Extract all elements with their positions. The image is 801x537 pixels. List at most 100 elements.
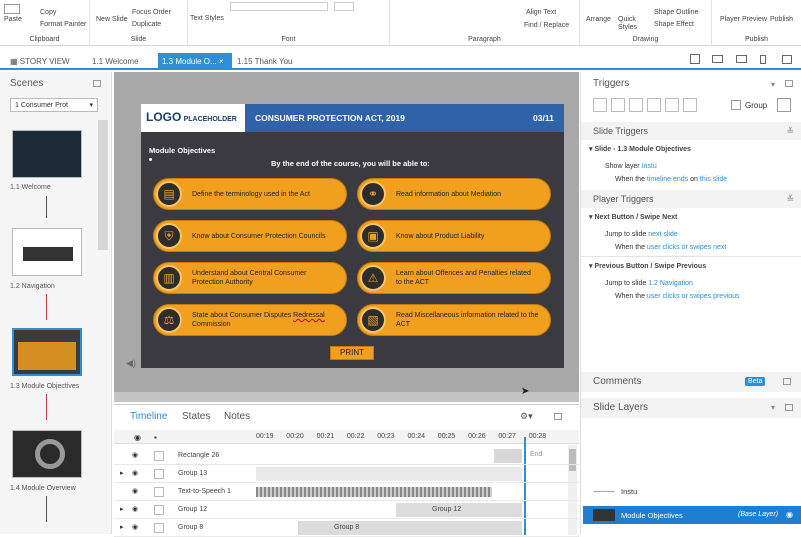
tab-thank-you[interactable]: 1.15 Thank You	[233, 53, 296, 70]
fullscreen-icon[interactable]	[782, 55, 792, 64]
objective-2[interactable]: ⚭ Read information about Mediation	[357, 178, 551, 210]
comments-header[interactable]: Comments	[581, 372, 801, 392]
layer-instu[interactable]: Instu	[621, 487, 637, 496]
print-button[interactable]: PRINT	[330, 346, 374, 360]
paste-icon[interactable]	[4, 4, 20, 14]
preview-button[interactable]: Preview	[742, 16, 767, 23]
objective-7[interactable]: ⚖ State about Consumer Disputes Redressal…	[153, 304, 347, 336]
eye-icon[interactable]: ◉	[132, 469, 138, 477]
next-button-trigger[interactable]: ▾ Next Button / Swipe Next	[589, 213, 677, 221]
slide-triggers-header[interactable]: Slide Triggers ≚	[581, 122, 801, 140]
chevron-down-icon[interactable]: ▾	[771, 403, 775, 412]
undock-icon[interactable]	[785, 404, 793, 411]
layout-icon[interactable]	[690, 54, 700, 64]
trigger-action-show-layer[interactable]: Show layer Instu	[605, 163, 657, 170]
objective-3[interactable]: ⛨ Know about Consumer Protection Councils	[153, 220, 347, 252]
chevron-down-icon[interactable]: ▾	[771, 80, 775, 89]
player-button[interactable]: Player	[720, 16, 740, 23]
thumb-module-objectives[interactable]	[12, 328, 82, 376]
eye-icon[interactable]: ◉	[132, 505, 138, 513]
publish-button[interactable]: Publish	[770, 16, 793, 23]
tablet-view-icon[interactable]	[736, 55, 747, 63]
eye-icon[interactable]: ◉	[132, 487, 138, 495]
collapse-icon[interactable]: ≚	[786, 122, 794, 140]
eye-icon[interactable]: ◉	[132, 451, 138, 459]
lock-checkbox[interactable]	[154, 505, 164, 515]
shape-outline-button[interactable]: Shape Outline	[654, 9, 698, 16]
thumb-module-overview[interactable]	[12, 430, 82, 478]
trigger-panel-icon[interactable]	[777, 98, 791, 112]
lock-icon[interactable]: ▪	[154, 433, 157, 442]
objective-5[interactable]: ▥ Understand about Central Consumer Prote…	[153, 262, 347, 294]
trigger-condition[interactable]: When the timeline ends on this slide	[615, 176, 727, 183]
undock-icon[interactable]	[785, 80, 793, 87]
close-icon[interactable]: ×	[219, 57, 224, 66]
expand-icon[interactable]: ▸	[120, 469, 124, 477]
undock-icon[interactable]	[93, 80, 101, 87]
shape-effect-button[interactable]: Shape Effect	[654, 21, 694, 28]
paste-trigger-icon[interactable]	[647, 98, 661, 112]
find-replace-button[interactable]: Find / Replace	[524, 22, 569, 29]
timeline-row[interactable]: ◉ Text-to-Speech 1	[114, 483, 579, 501]
lock-checkbox[interactable]	[154, 451, 164, 461]
timeline-bar[interactable]	[256, 467, 522, 481]
trigger-condition[interactable]: When the user clicks or swipes previous	[615, 293, 740, 300]
tab-welcome[interactable]: 1.1 Welcome	[88, 53, 143, 70]
tab-states[interactable]: States	[182, 411, 210, 422]
align-text-button[interactable]: Align Text	[526, 9, 556, 16]
arrange-button[interactable]: Arrange	[586, 16, 611, 23]
expand-icon[interactable]: ▸	[120, 505, 124, 513]
scene-select[interactable]: 1 Consumer Prot ▾	[10, 98, 98, 112]
font-size-select[interactable]	[334, 2, 354, 11]
group-checkbox[interactable]	[731, 100, 741, 110]
expand-icon[interactable]: ▸	[120, 523, 124, 531]
thumb-welcome[interactable]	[12, 130, 82, 178]
timeline-row[interactable]: ▸ ◉ Group 12 Group 12	[114, 501, 579, 519]
new-trigger-icon[interactable]	[593, 98, 607, 112]
undock-icon[interactable]	[783, 378, 791, 385]
eye-icon[interactable]: ◉	[132, 523, 138, 531]
canvas-h-scrollbar[interactable]	[114, 392, 579, 402]
text-styles-button[interactable]: Text Styles	[190, 15, 224, 22]
phone-view-icon[interactable]	[760, 55, 766, 64]
trigger-action-jump[interactable]: Jump to slide next slide	[605, 231, 678, 238]
previous-button-trigger[interactable]: ▾ Previous Button / Swipe Previous	[589, 262, 706, 270]
tab-module-objectives[interactable]: 1.3 Module O... ×	[158, 53, 232, 70]
slide-layers-header[interactable]: Slide Layers	[581, 398, 801, 418]
timeline-options-icon[interactable]: ⚙▾	[520, 411, 533, 422]
paste-button[interactable]: Paste	[4, 16, 22, 23]
timeline-row[interactable]: ▸ ◉ Group 8 Group 8	[114, 519, 579, 537]
quick-styles-button[interactable]: Quick Styles	[618, 16, 640, 32]
objective-4[interactable]: ▣ Know about Product Liability	[357, 220, 551, 252]
audio-icon[interactable]: ◀)	[126, 358, 136, 369]
delete-trigger-icon[interactable]	[665, 98, 679, 112]
eye-icon[interactable]: ◉	[786, 510, 793, 519]
timeline-row[interactable]: ▸ ◉ Group 13	[114, 465, 579, 483]
format-painter-button[interactable]: Format Painter	[40, 21, 86, 28]
duplicate-button[interactable]: Duplicate	[132, 21, 161, 28]
tab-story-view[interactable]: ▦ STORY VIEW	[6, 53, 74, 70]
copy-button[interactable]: Copy	[40, 9, 56, 16]
desktop-view-icon[interactable]	[712, 55, 723, 63]
undock-icon[interactable]	[554, 413, 562, 420]
edit-trigger-icon[interactable]	[611, 98, 625, 112]
lock-checkbox[interactable]	[154, 523, 164, 533]
tab-timeline[interactable]: Timeline	[130, 411, 167, 422]
eye-icon[interactable]: ◉	[134, 433, 141, 442]
slide-trigger-item[interactable]: ▾ Slide - 1.3 Module Objectives	[589, 145, 691, 153]
trigger-condition[interactable]: When the user clicks or swipes next	[615, 244, 726, 251]
timeline-bar[interactable]	[298, 521, 522, 535]
timeline-bar[interactable]	[494, 449, 522, 463]
new-slide-button[interactable]: New Slide	[96, 16, 128, 23]
move-trigger-icon[interactable]	[683, 98, 697, 112]
lock-checkbox[interactable]	[154, 487, 164, 497]
audio-waveform[interactable]	[256, 487, 492, 497]
font-family-select[interactable]	[230, 2, 328, 11]
thumb-navigation[interactable]	[12, 228, 82, 276]
trigger-action-jump[interactable]: Jump to slide 1.2 Navigation	[605, 280, 693, 287]
collapse-icon[interactable]: ≚	[786, 190, 794, 208]
player-triggers-header[interactable]: Player Triggers ≚	[581, 190, 801, 208]
scenes-scrollbar[interactable]	[98, 120, 108, 250]
focus-order-button[interactable]: Focus Order	[132, 9, 171, 16]
timeline-row[interactable]: ◉ Rectangle 26 End	[114, 447, 579, 465]
